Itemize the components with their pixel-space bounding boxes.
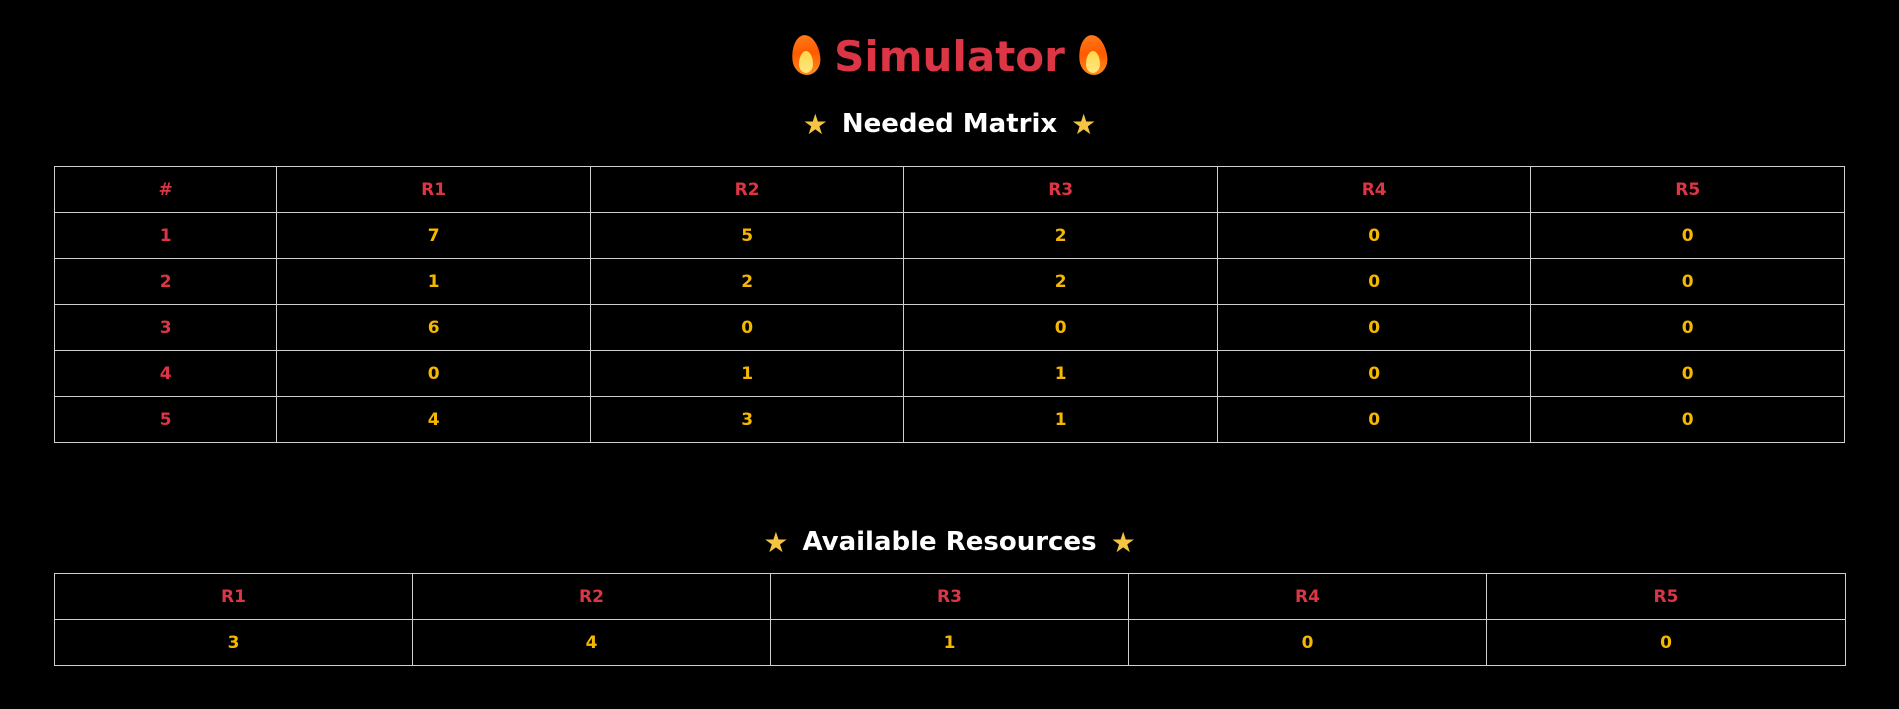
table-cell: 0 bbox=[1216, 396, 1532, 443]
column-header: R4 bbox=[1216, 166, 1532, 213]
row-id: 5 bbox=[53, 396, 278, 443]
row-id: 1 bbox=[53, 212, 278, 259]
row-id: 2 bbox=[53, 258, 278, 305]
table-cell: 1 bbox=[903, 350, 1218, 397]
column-header: R5 bbox=[1486, 573, 1846, 620]
table-row: 4 0 1 1 0 0 bbox=[53, 350, 1845, 397]
table-cell: 1 bbox=[903, 396, 1218, 443]
column-header: R1 bbox=[276, 166, 591, 213]
table-cell: 0 bbox=[1530, 350, 1845, 397]
table-cell: 0 bbox=[1216, 258, 1532, 305]
table-cell: 2 bbox=[903, 212, 1218, 259]
column-header: R3 bbox=[903, 166, 1218, 213]
table-cell: 0 bbox=[1486, 619, 1846, 666]
column-header: R3 bbox=[770, 573, 1129, 620]
table-cell: 0 bbox=[589, 304, 905, 351]
table-cell: 0 bbox=[1128, 619, 1487, 666]
table-row: 3 6 0 0 0 0 bbox=[53, 304, 1845, 351]
flame-icon bbox=[790, 33, 823, 77]
table-row: 5 4 3 1 0 0 bbox=[53, 396, 1845, 443]
table-row: 3 4 1 0 0 bbox=[54, 619, 1846, 666]
table-row: 2 1 2 2 0 0 bbox=[53, 258, 1845, 305]
flame-icon bbox=[1076, 33, 1109, 77]
needed-matrix-title: ★ Needed Matrix ★ bbox=[0, 104, 1899, 144]
table-cell: 2 bbox=[903, 258, 1218, 305]
needed-matrix-table: # R1 R2 R3 R4 R5 1 7 5 2 0 0 2 1 2 2 0 0… bbox=[53, 166, 1845, 443]
table-cell: 7 bbox=[276, 212, 591, 259]
table-cell: 0 bbox=[1530, 258, 1845, 305]
column-header: R5 bbox=[1530, 166, 1845, 213]
table-header-row: # R1 R2 R3 R4 R5 bbox=[53, 166, 1845, 213]
app-title: Simulator bbox=[0, 22, 1899, 90]
star-icon: ★ bbox=[802, 107, 828, 141]
table-cell: 2 bbox=[589, 258, 905, 305]
table-cell: 5 bbox=[589, 212, 905, 259]
page: Simulator ★ Needed Matrix ★ # R1 R2 R3 R… bbox=[0, 0, 1899, 709]
table-cell: 0 bbox=[1530, 212, 1845, 259]
table-cell: 1 bbox=[276, 258, 591, 305]
column-header: R2 bbox=[412, 573, 771, 620]
available-resources-table: R1 R2 R3 R4 R5 3 4 1 0 0 bbox=[54, 573, 1846, 666]
table-cell: 0 bbox=[1216, 304, 1532, 351]
available-resources-title-text: Available Resources bbox=[802, 527, 1097, 557]
star-icon: ★ bbox=[763, 525, 789, 559]
table-cell: 1 bbox=[589, 350, 905, 397]
table-cell: 4 bbox=[276, 396, 591, 443]
table-cell: 4 bbox=[412, 619, 771, 666]
table-row: 1 7 5 2 0 0 bbox=[53, 212, 1845, 259]
table-cell: 0 bbox=[1216, 212, 1532, 259]
column-header: R4 bbox=[1128, 573, 1487, 620]
table-cell: 0 bbox=[276, 350, 591, 397]
table-cell: 0 bbox=[1216, 350, 1532, 397]
star-icon: ★ bbox=[1110, 525, 1136, 559]
column-header: R1 bbox=[54, 573, 413, 620]
table-cell: 6 bbox=[276, 304, 591, 351]
table-cell: 0 bbox=[1530, 396, 1845, 443]
needed-matrix-title-text: Needed Matrix bbox=[841, 109, 1058, 139]
row-id: 3 bbox=[53, 304, 278, 351]
row-id: 4 bbox=[53, 350, 278, 397]
column-header: R2 bbox=[589, 166, 905, 213]
table-cell: 0 bbox=[903, 304, 1218, 351]
table-cell: 3 bbox=[54, 619, 413, 666]
available-resources-title: ★ Available Resources ★ bbox=[0, 522, 1899, 562]
table-cell: 1 bbox=[770, 619, 1129, 666]
column-header: # bbox=[53, 166, 278, 213]
star-icon: ★ bbox=[1071, 107, 1097, 141]
app-title-text: Simulator bbox=[834, 31, 1065, 81]
table-header-row: R1 R2 R3 R4 R5 bbox=[54, 573, 1846, 620]
table-cell: 0 bbox=[1530, 304, 1845, 351]
table-cell: 3 bbox=[589, 396, 905, 443]
